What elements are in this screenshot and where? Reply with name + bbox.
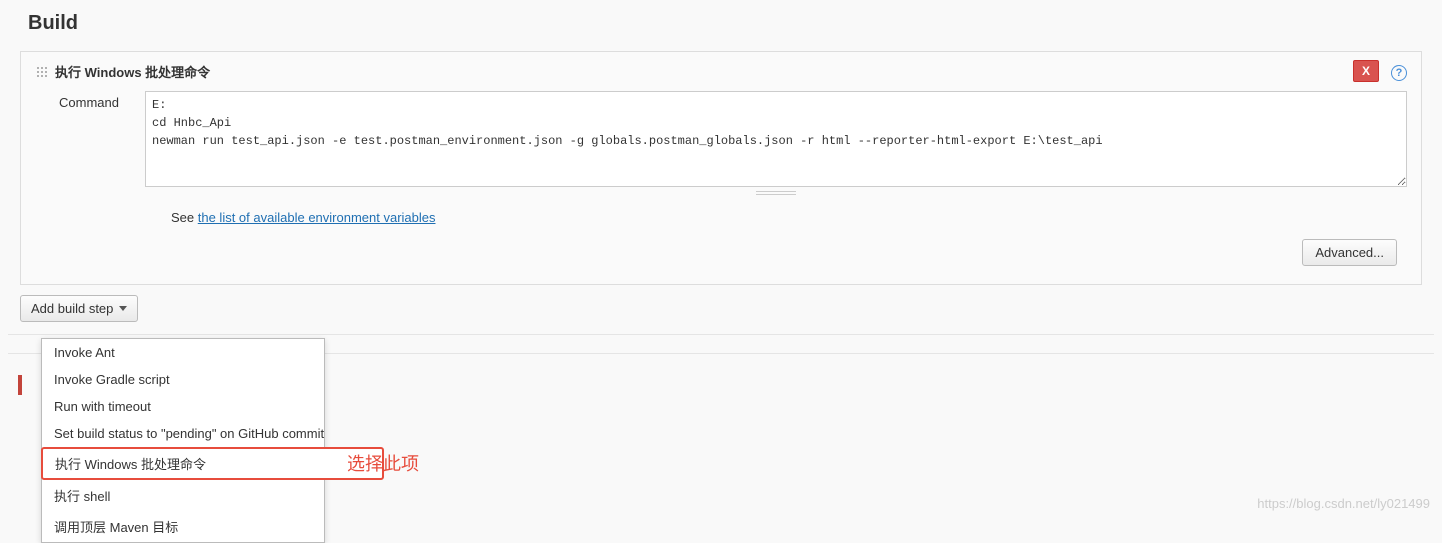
add-build-step-dropdown: Invoke Ant Invoke Gradle script Run with… xyxy=(41,338,325,543)
command-textarea[interactable] xyxy=(145,91,1407,187)
menu-item-invoke-gradle[interactable]: Invoke Gradle script xyxy=(42,366,324,393)
drag-handle-icon[interactable] xyxy=(35,65,49,79)
menu-item-windows-batch[interactable]: 执行 Windows 批处理命令 xyxy=(41,447,384,480)
step-title: 执行 Windows 批处理命令 xyxy=(55,62,210,81)
menu-item-shell[interactable]: 执行 shell xyxy=(42,480,324,511)
command-label: Command xyxy=(59,91,127,110)
menu-item-maven[interactable]: 调用顶层 Maven 目标 xyxy=(42,511,324,542)
menu-item-run-timeout[interactable]: Run with timeout xyxy=(42,393,324,420)
env-vars-link[interactable]: the list of available environment variab… xyxy=(198,210,436,225)
section-marker xyxy=(18,375,22,395)
hint-text: See the list of available environment va… xyxy=(145,210,1407,225)
watermark: https://blog.csdn.net/ly021499 xyxy=(1257,496,1430,511)
advanced-button[interactable]: Advanced... xyxy=(1302,239,1397,266)
add-build-step-label: Add build step xyxy=(31,301,113,316)
hint-prefix: See xyxy=(171,210,198,225)
help-icon[interactable]: ? xyxy=(1391,65,1407,81)
delete-step-button[interactable]: X xyxy=(1353,60,1379,82)
build-step-panel: 执行 Windows 批处理命令 X ? Command See the lis… xyxy=(20,51,1422,285)
page-title: Build xyxy=(8,0,1434,51)
menu-item-github-pending[interactable]: Set build status to "pending" on GitHub … xyxy=(42,420,324,447)
close-icon: X xyxy=(1362,64,1370,78)
add-build-step-button[interactable]: Add build step xyxy=(20,295,138,322)
textarea-resize-grip[interactable] xyxy=(145,190,1407,196)
chevron-down-icon xyxy=(119,306,127,311)
menu-item-invoke-ant[interactable]: Invoke Ant xyxy=(42,339,324,366)
annotation-text: 选择此项 xyxy=(347,450,419,476)
step-header: 执行 Windows 批处理命令 xyxy=(35,62,1407,81)
